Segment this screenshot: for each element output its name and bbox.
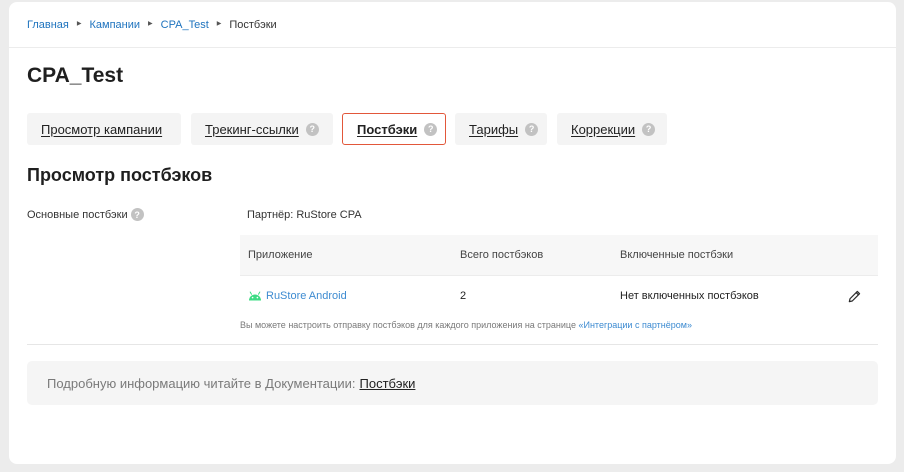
documentation-box: Подробную информацию читайте в Документа… <box>27 361 878 405</box>
question-circle-icon[interactable]: ? <box>424 122 438 136</box>
tab-label: Постбэки <box>357 121 418 137</box>
breadcrumb-campaigns[interactable]: Кампании <box>90 19 141 31</box>
page-title: CPA_Test <box>27 64 124 87</box>
total-cell: 2 <box>460 289 467 302</box>
question-circle-icon[interactable]: ? <box>305 122 319 136</box>
app-name: RuStore Android <box>266 289 347 302</box>
tab-label: Коррекции <box>571 121 636 137</box>
tab-campaign-view[interactable]: Просмотр кампании <box>27 113 181 145</box>
column-header-total: Всего постбэков <box>460 249 544 261</box>
edit-button[interactable] <box>846 288 862 304</box>
triangle-right-icon: ▶ <box>216 21 222 27</box>
question-circle-icon[interactable]: ? <box>525 122 539 136</box>
tab-tracking-links[interactable]: Трекинг-ссылки ? <box>191 113 333 145</box>
breadcrumb-home[interactable]: Главная <box>27 19 69 31</box>
section-title: Просмотр постбэков <box>27 165 213 185</box>
doc-link[interactable]: Постбэки <box>360 376 416 391</box>
breadcrumb: Главная ▶ Кампании ▶ CPA_Test ▶ Постбэки <box>9 2 896 48</box>
column-header-enabled: Включенные постбэки <box>620 249 734 261</box>
integrations-link[interactable]: «Интеграции с партнёром» <box>578 320 691 330</box>
breadcrumb-campaign[interactable]: CPA_Test <box>161 19 209 31</box>
partner-label: Партнёр: RuStore CPA <box>247 209 362 221</box>
doc-text: Подробную информацию читайте в Документа… <box>47 375 356 391</box>
app-cell: RuStore Android <box>248 276 347 315</box>
tab-tariffs[interactable]: Тарифы ? <box>455 113 547 145</box>
table-header: Приложение Всего постбэков Включенные по… <box>240 235 878 275</box>
tab-postbacks[interactable]: Постбэки ? <box>342 113 446 145</box>
main-postbacks-text: Основные постбэки <box>27 208 128 221</box>
hint-body: Вы можете настроить отправку постбэков д… <box>240 320 579 330</box>
pencil-icon <box>848 290 860 302</box>
question-circle-icon[interactable]: ? <box>130 208 144 221</box>
breadcrumb-current: Постбэки <box>229 18 277 31</box>
main-card: Главная ▶ Кампании ▶ CPA_Test ▶ Постбэки… <box>9 2 896 464</box>
android-icon <box>249 291 261 301</box>
tab-label: Просмотр кампании <box>41 121 163 137</box>
divider <box>27 344 878 345</box>
hint-text: Вы можете настроить отправку постбэков д… <box>240 320 692 330</box>
enabled-cell: Нет включенных постбэков <box>620 289 759 302</box>
triangle-right-icon: ▶ <box>148 21 153 27</box>
tab-label: Трекинг-ссылки <box>205 121 299 137</box>
tab-label: Тарифы <box>469 121 519 137</box>
app-link[interactable]: RuStore Android <box>248 290 347 302</box>
table-row: RuStore Android 2 Нет включенных постбэк… <box>240 275 878 315</box>
triangle-right-icon: ▶ <box>76 21 82 27</box>
column-header-app: Приложение <box>248 249 313 261</box>
question-circle-icon[interactable]: ? <box>642 122 656 136</box>
tab-corrections[interactable]: Коррекции ? <box>557 113 667 145</box>
postbacks-table: Приложение Всего постбэков Включенные по… <box>240 235 878 315</box>
main-postbacks-label: Основные постбэки ? <box>27 208 144 221</box>
